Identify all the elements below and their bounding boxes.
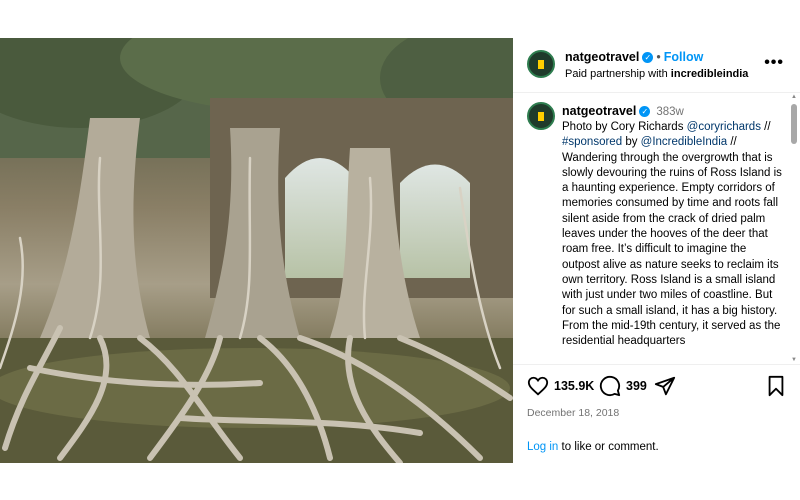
natgeo-logo-icon (536, 57, 546, 71)
login-link[interactable]: Log in (527, 441, 558, 453)
more-options-button[interactable]: ••• (764, 54, 784, 72)
post-panel: natgeotravel ✓ • Follow Paid partnership wi… (513, 38, 800, 463)
header-user-row: natgeotravel ✓ • Follow (565, 50, 703, 64)
ruins-photo (0, 38, 513, 463)
mention-incredibleindia[interactable]: @IncredibleIndia (641, 136, 727, 148)
heart-icon (527, 376, 549, 396)
post-date[interactable]: December 18, 2018 (527, 407, 619, 419)
partnership-prefix: Paid partnership with (565, 68, 668, 80)
mention-coryrichards[interactable]: @coryrichards (687, 121, 761, 133)
caption-header: natgeotravel ✓ 383w (562, 104, 684, 118)
caption-slashes-right: // (730, 136, 737, 149)
hashtag-sponsored[interactable]: #sponsored (562, 136, 622, 148)
header-username[interactable]: natgeotravel (565, 50, 639, 64)
share-button[interactable] (654, 375, 676, 397)
post-actions: 135.9K 399 December 18, 2018 Log in to l… (513, 364, 800, 463)
comment-bubble-icon (599, 375, 621, 397)
caption-avatar[interactable] (527, 102, 555, 130)
scroll-down-arrow-icon[interactable]: ▼ (791, 357, 797, 363)
comments-scrollbar[interactable]: ▲ ▼ (788, 94, 800, 363)
caption-username[interactable]: natgeotravel (562, 104, 636, 118)
caption-body: Wandering through the overgrowth that is… (562, 151, 782, 348)
verified-badge-icon: ✓ (639, 106, 651, 118)
profile-avatar[interactable] (527, 50, 555, 78)
natgeo-logo-icon (536, 109, 546, 123)
paid-partnership-label: Paid partnership with incredibleindia (565, 68, 748, 80)
post-image[interactable] (0, 38, 513, 463)
caption-by: by (625, 136, 638, 149)
comments-section[interactable]: natgeotravel ✓ 383w Photo by Cory Richards… (513, 94, 800, 363)
caption-text: Photo by Cory Richards @coryrichards // … (562, 120, 787, 349)
bookmark-icon (768, 375, 784, 397)
comment-count[interactable]: 399 (626, 379, 647, 393)
paper-plane-icon (654, 376, 676, 396)
caption-slashes-left: // (764, 121, 771, 133)
partner-link[interactable]: incredibleindia (671, 68, 749, 80)
separator-dot: • (656, 50, 661, 64)
login-suffix: to like or comment. (561, 441, 659, 453)
login-prompt: Log in to like or comment. (527, 441, 659, 453)
scroll-thumb[interactable] (791, 104, 797, 144)
verified-badge-icon: ✓ (642, 52, 654, 64)
save-button[interactable] (765, 375, 787, 397)
scroll-up-arrow-icon[interactable]: ▲ (791, 94, 797, 100)
like-count[interactable]: 135.9K (554, 379, 594, 393)
like-button[interactable]: 135.9K (527, 375, 594, 397)
follow-button[interactable]: Follow (664, 50, 704, 64)
photo-credit: Photo by Cory Richards (562, 121, 684, 133)
post-header: natgeotravel ✓ • Follow Paid partnership wi… (513, 38, 800, 93)
comment-button[interactable]: 399 (599, 375, 647, 397)
caption-time[interactable]: 383w (656, 106, 684, 118)
